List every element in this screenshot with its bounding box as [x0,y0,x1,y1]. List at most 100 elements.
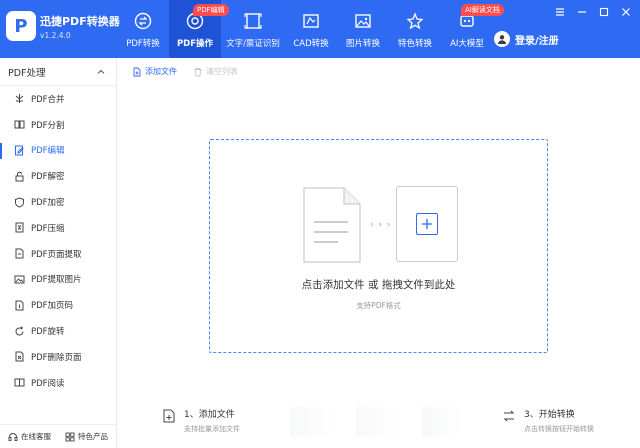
nav-image[interactable]: 图片转换 [337,0,389,58]
app-name: 迅捷PDF转换器 [40,15,120,28]
logo-glyph: P [14,15,28,37]
nav-label: PDF转换 [126,39,160,49]
step-title: 3、开始转换 [524,410,575,420]
sidebar-footer: 在线客服 特色产品 [0,424,117,448]
sidebar-item-decrypt[interactable]: PDF解密 [0,163,116,189]
maximize-icon [599,7,609,17]
document-icon [303,187,361,263]
sidebar-item-label: PDF编辑 [31,146,65,157]
nav-label: AI大模型 [450,39,484,49]
drop-zone-subtitle: 支持PDF格式 [356,301,401,310]
drop-zone-title: 点击添加文件 或 拖拽文件到此处 [301,279,456,291]
image-extract-icon [14,274,25,285]
avatar [494,31,510,47]
main-panel: 添加文件 清空列表 › › › 点击添加文件 或 拖拽文件到此处 支持PDF格式… [118,58,640,448]
step-add-file: 1、添加文件 支持批量添加文件 [162,407,240,434]
sidebar-item-label: PDF页面提取 [31,249,82,260]
main-nav: PDF转换 PDF编辑 PDF操作 文字/票证识别 CAD转换 图片转换 特色转… [117,0,504,58]
nav-label: PDF操作 [176,39,214,49]
app-version: v1.2.4.0 [40,31,71,40]
sidebar-group-title: PDF处理 [8,67,46,79]
nav-pdf-convert[interactable]: PDF转换 [117,0,169,58]
add-doc-icon [163,409,175,423]
add-file-label: 添加文件 [145,67,177,76]
chevron-up-icon [97,69,105,74]
window-controls [554,6,632,18]
step-start-convert: 3、开始转换 点击转换按钮开始转换 [502,407,594,434]
menu-icon [556,8,564,16]
sidebar-item-merge[interactable]: PDF合并 [0,86,116,112]
sidebar-item-image-extract[interactable]: PDF提取图片 [0,267,116,293]
login-button[interactable]: 登录/注册 [494,31,559,47]
nav-cad[interactable]: CAD转换 [285,0,337,58]
maximize-button[interactable] [598,6,610,18]
customer-service-label: 在线客服 [21,432,51,441]
nav-pdf-operate[interactable]: PDF编辑 PDF操作 [169,0,229,58]
sidebar-item-edit[interactable]: PDF编辑 [0,138,116,164]
step-subtitle: 点击转换按钮开始转换 [524,425,594,433]
sidebar-item-read[interactable]: PDF阅读 [0,370,116,396]
delete-page-icon [14,351,25,362]
sidebar-item-page-extract[interactable]: PDF页面提取 [0,241,116,267]
steps-bar: 1、添加文件 支持批量添加文件 3、开始转换 点击转换按钮开始转换 [118,401,640,448]
title-bar: P 迅捷PDF转换器 v1.2.4.0 PDF转换 PDF编辑 PDF操作 文字… [0,0,640,58]
nav-special[interactable]: 特色转换 [389,0,441,58]
step-divider [356,407,398,437]
sidebar-item-label: PDF删除页面 [31,352,82,363]
sidebar-item-compress[interactable]: PDF压缩 [0,215,116,241]
sidebar-item-label: PDF旋转 [31,327,65,338]
headset-icon [8,432,18,441]
minimize-button[interactable] [576,6,588,18]
sidebar-item-delete-page[interactable]: PDF删除页面 [0,344,116,370]
minimize-icon [578,11,586,13]
sidebar-item-label: PDF提取图片 [31,275,82,286]
customer-service-button[interactable]: 在线客服 [8,431,51,442]
convert-icon [134,12,152,30]
scan-icon [244,12,262,30]
rotate-icon [14,325,25,337]
sidebar-group-header[interactable]: PDF处理 [0,58,116,86]
step-divider [422,407,464,437]
split-icon [14,119,25,130]
sidebar-item-label: PDF阅读 [31,378,65,389]
sidebar-item-page-number[interactable]: PDF加页码 [0,292,116,318]
merge-icon [14,93,25,104]
login-label: 登录/注册 [515,35,559,47]
nav-ocr[interactable]: 文字/票证识别 [221,0,285,58]
file-drop-zone[interactable]: › › › 点击添加文件 或 拖拽文件到此处 支持PDF格式 [209,139,548,353]
step-divider [290,407,332,437]
add-file-box[interactable] [396,186,458,262]
clear-list-button[interactable]: 清空列表 [193,66,238,77]
featured-products-button[interactable]: 特色产品 [65,431,108,442]
user-icon [497,35,507,44]
nav-label: 图片转换 [345,39,380,49]
shield-icon [14,197,25,208]
app-logo: P [6,11,36,41]
close-button[interactable] [620,6,632,18]
close-icon [622,8,630,16]
sidebar-item-label: PDF压缩 [31,223,65,234]
arrows-icon: › › › [370,220,392,230]
nav-ai-model[interactable]: AI解读文档 AI大模型 [441,0,504,58]
add-file-icon [133,67,141,76]
grid-icon [65,432,75,441]
unlock-icon [14,171,25,182]
sidebar-item-rotate[interactable]: PDF旋转 [0,318,116,344]
star-icon [406,12,424,30]
sidebar-item-split[interactable]: PDF分割 [0,112,116,138]
page-extract-icon [14,248,25,259]
sidebar-item-encrypt[interactable]: PDF加密 [0,189,116,215]
edit-icon [14,145,25,156]
file-toolbar: 添加文件 清空列表 [132,66,238,77]
add-file-button[interactable]: 添加文件 [132,66,177,77]
sidebar-item-label: PDF加密 [31,198,65,209]
menu-button[interactable] [554,6,566,18]
step-title: 1、添加文件 [184,410,235,420]
step-subtitle: 支持批量添加文件 [184,425,240,433]
cad-icon [302,12,320,30]
sidebar-item-label: PDF解密 [31,172,65,183]
sidebar-item-label: PDF分割 [31,120,65,131]
convert-step-icon [503,410,515,422]
nav-label: CAD转换 [293,39,329,49]
plus-icon [416,213,438,235]
